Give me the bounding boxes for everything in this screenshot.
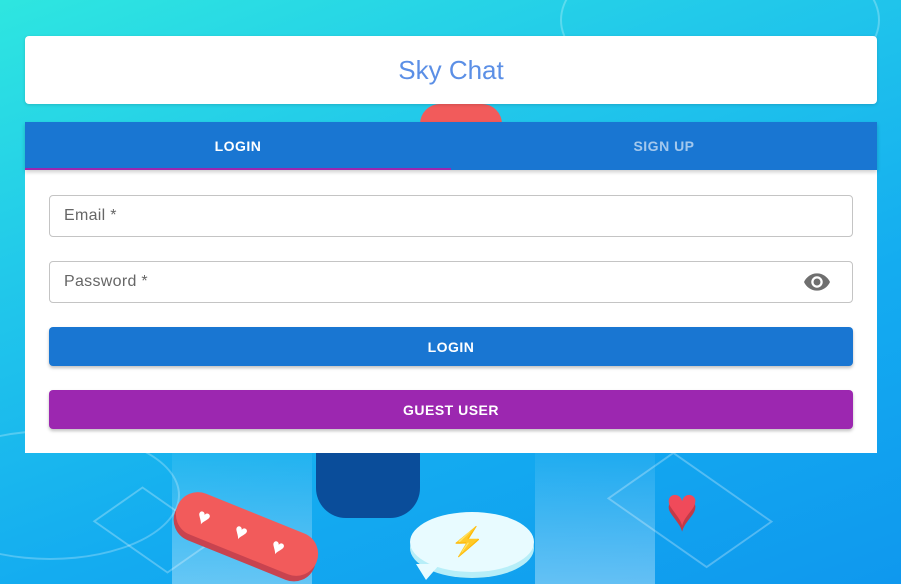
auth-card: LOGIN SIGN UP Email * Password * LOGIN G… — [25, 122, 877, 453]
login-button[interactable]: LOGIN — [49, 327, 853, 366]
active-tab-indicator — [25, 168, 451, 170]
guest-user-button[interactable]: GUEST USER — [49, 390, 853, 429]
password-label: Password * — [64, 273, 148, 290]
tab-login[interactable]: LOGIN — [25, 122, 451, 170]
heart-icon: ♥ — [666, 477, 699, 537]
lightning-icon: ⚡ — [450, 526, 485, 557]
auth-tabs: LOGIN SIGN UP — [25, 122, 877, 170]
email-label: Email * — [64, 207, 117, 224]
eye-icon[interactable] — [804, 273, 830, 291]
password-field[interactable]: Password * — [49, 261, 853, 303]
app-header: Sky Chat — [25, 36, 877, 104]
tab-sign-up[interactable]: SIGN UP — [451, 122, 877, 170]
email-field[interactable]: Email * — [49, 195, 853, 237]
app-title: Sky Chat — [398, 54, 504, 85]
